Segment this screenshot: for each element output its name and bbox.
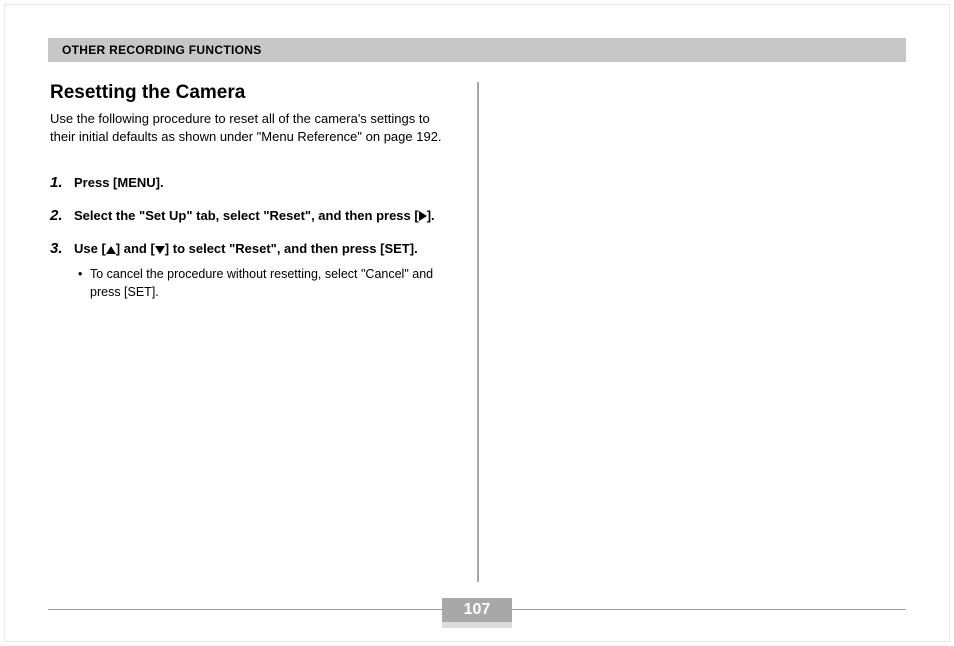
step-body: Press [MENU]. — [74, 174, 455, 193]
triangle-right-icon — [419, 211, 427, 221]
substep-item: To cancel the procedure without resettin… — [74, 265, 455, 301]
step-item: 3. Use [ ] and [ ] to select "Reset", and … — [50, 240, 455, 301]
section-header-text: OTHER RECORDING FUNCTIONS — [62, 43, 262, 57]
triangle-up-icon — [106, 246, 116, 254]
substep-list: To cancel the procedure without resettin… — [74, 265, 455, 301]
left-column: Resetting the Camera Use the following p… — [50, 78, 477, 590]
step-title-post: ] to select "Reset", and then press [SET… — [165, 241, 418, 256]
step-body: Use [ ] and [ ] to select "Reset", and the… — [74, 240, 455, 301]
step-title-pre: Use [ — [74, 241, 106, 256]
step-title: Press [MENU]. — [74, 175, 164, 190]
page-number-underbar — [442, 622, 512, 628]
column-divider — [477, 82, 479, 582]
step-item: 2. Select the "Set Up" tab, select "Rese… — [50, 207, 455, 226]
step-title-post: ]. — [427, 208, 435, 223]
manual-page: OTHER RECORDING FUNCTIONS Resetting the … — [0, 0, 954, 646]
triangle-down-icon — [155, 246, 165, 254]
section-intro: Use the following procedure to reset all… — [50, 110, 455, 146]
step-body: Select the "Set Up" tab, select "Reset",… — [74, 207, 455, 226]
page-number-text: 107 — [464, 601, 491, 619]
right-column — [477, 78, 904, 590]
step-title-pre: Select the "Set Up" tab, select "Reset",… — [74, 208, 419, 223]
step-title: Use [ ] and [ ] to select "Reset", and the… — [74, 241, 418, 256]
step-number: 2. — [50, 207, 74, 226]
step-title-mid: ] and [ — [116, 241, 155, 256]
step-list: 1. Press [MENU]. 2. Select the "Set Up" … — [50, 174, 455, 301]
section-header-bar: OTHER RECORDING FUNCTIONS — [48, 38, 906, 62]
step-item: 1. Press [MENU]. — [50, 174, 455, 193]
step-number: 3. — [50, 240, 74, 301]
section-heading: Resetting the Camera — [50, 82, 455, 104]
page-number: 107 — [442, 598, 512, 622]
step-title: Select the "Set Up" tab, select "Reset",… — [74, 208, 435, 223]
step-number: 1. — [50, 174, 74, 193]
